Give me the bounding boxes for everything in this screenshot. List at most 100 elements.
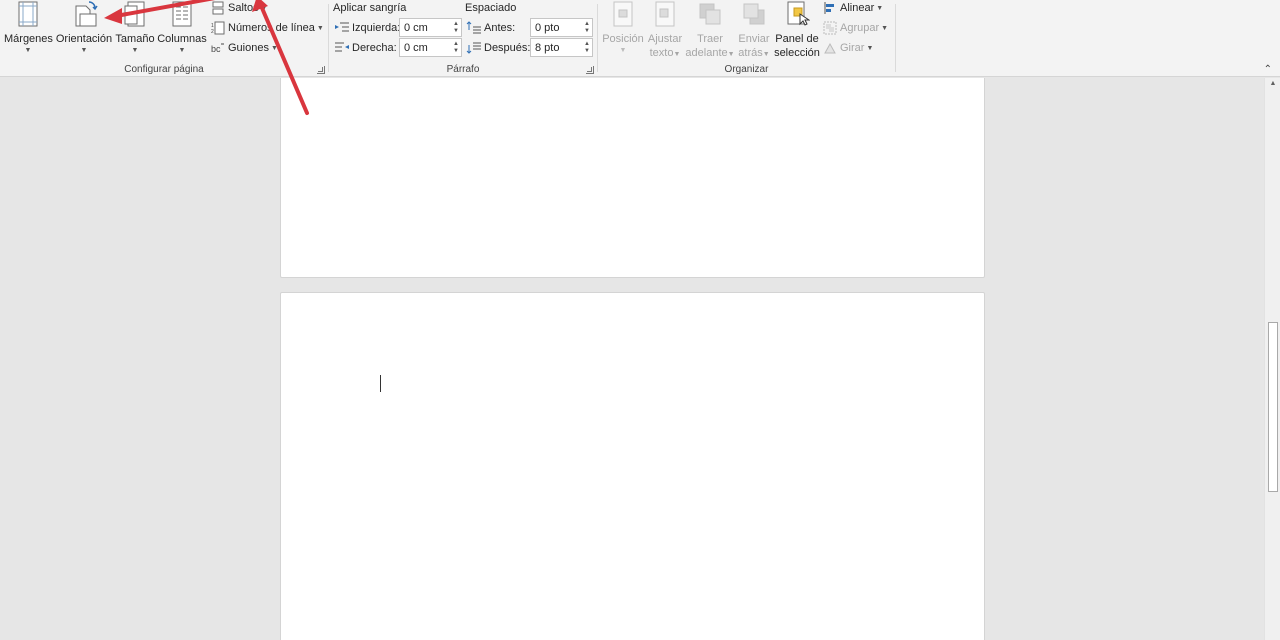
indent-right-input[interactable]: 0 cm ▲ ▼ (399, 38, 462, 57)
send-backward-label-text: atrás (738, 47, 763, 59)
breaks-label: Saltos (228, 2, 259, 14)
indent-right-label: Derecha: (352, 42, 397, 54)
document-page[interactable] (280, 292, 985, 640)
spacing-after-value: 8 pto (535, 41, 560, 54)
orientation-label: Orientación (55, 33, 113, 45)
text-cursor (380, 375, 381, 392)
chevron-down-icon: ▼ (881, 24, 889, 32)
spinner-arrows-icon[interactable]: ▲ ▼ (451, 39, 461, 56)
indent-header: Aplicar sangría (333, 2, 407, 14)
send-backward-icon (743, 3, 765, 25)
selection-pane-icon (787, 1, 810, 26)
wrap-text-label-line2: texto▼ (645, 46, 685, 62)
size-label: Tamaño (115, 33, 155, 45)
bring-forward-icon (699, 3, 721, 25)
spacing-header: Espaciado (465, 2, 517, 14)
send-backward-button[interactable]: Enviar atrás▼ (735, 0, 773, 62)
bring-forward-label-line2: adelante▼ (684, 46, 736, 62)
align-label: Alinear (840, 2, 875, 14)
svg-text:2: 2 (211, 29, 214, 35)
page-setup-launcher-icon[interactable] (317, 66, 325, 74)
selection-pane-button[interactable]: Panel de selección (774, 0, 820, 60)
spinner-arrows-icon[interactable]: ▲ ▼ (451, 19, 461, 36)
position-button[interactable]: Posición ▼ (600, 0, 646, 55)
page-setup-group-label: Configurar página (124, 64, 204, 75)
margins-icon (18, 1, 38, 27)
group-divider (895, 4, 896, 72)
hyphenation-button[interactable]: bc Guiones ▼ (211, 38, 278, 58)
position-icon (613, 1, 633, 27)
columns-icon (172, 1, 192, 27)
spacing-before-icon (466, 21, 481, 34)
document-page[interactable] (280, 78, 985, 278)
rotate-button[interactable]: Girar ▼ (823, 38, 873, 58)
ribbon: Márgenes ▼ Orientación ▼ Tamaño ▼ Column… (0, 0, 1280, 77)
spacing-after-input[interactable]: 8 pto ▲ ▼ (530, 38, 593, 57)
line-numbers-label: Números de línea (228, 22, 315, 34)
orientation-button[interactable]: Orientación ▼ (55, 0, 113, 55)
margins-button[interactable]: Márgenes ▼ (4, 0, 53, 55)
wrap-text-label-text: texto (649, 47, 674, 59)
size-icon (124, 1, 145, 27)
svg-text:bc: bc (211, 44, 221, 54)
margins-label: Márgenes (4, 33, 53, 45)
chevron-down-icon: ▼ (316, 24, 324, 32)
bring-forward-button[interactable]: Traer adelante▼ (684, 0, 736, 62)
rotate-icon (824, 42, 836, 54)
indent-right-value: 0 cm (404, 41, 428, 54)
spacing-after-icon (466, 42, 481, 54)
chevron-down-icon: ▼ (727, 51, 735, 58)
scrollbar-thumb[interactable] (1268, 322, 1278, 492)
columns-label: Columnas (157, 33, 207, 45)
vertical-scrollbar[interactable]: ▲ (1264, 78, 1280, 640)
orientation-icon (75, 1, 98, 27)
send-backward-label-line1: Enviar (738, 33, 770, 45)
wrap-text-icon (655, 1, 675, 27)
selection-pane-label-line2: selección (774, 47, 820, 59)
paragraph-group-label: Párrafo (446, 64, 480, 75)
spacing-after-label: Después: (484, 42, 531, 54)
spacing-before-input[interactable]: 0 pto ▲ ▼ (530, 18, 593, 37)
group-objects-label: Agrupar (840, 22, 880, 34)
group-objects-button[interactable]: Agrupar ▼ (823, 18, 888, 38)
spinner-arrows-icon[interactable]: ▲ ▼ (582, 19, 592, 36)
indent-left-value: 0 cm (404, 21, 428, 34)
chevron-down-icon: ▼ (762, 51, 770, 58)
indent-left-icon (335, 22, 349, 32)
indent-left-input[interactable]: 0 cm ▲ ▼ (399, 18, 462, 37)
align-button[interactable]: Alinear ▼ (823, 0, 883, 18)
rotate-label: Girar (840, 42, 865, 54)
spacing-before-value: 0 pto (535, 21, 560, 34)
chevron-down-icon: ▼ (866, 44, 874, 52)
wrap-text-button[interactable]: Ajustar texto▼ (645, 0, 685, 62)
hyphenation-icon: bc (211, 43, 224, 54)
size-button[interactable]: Tamaño ▼ (114, 0, 156, 55)
breaks-button[interactable]: Saltos ▼ (211, 0, 268, 18)
chevron-down-icon: ▼ (619, 47, 627, 54)
spacing-after-row: Después: (466, 38, 530, 58)
line-numbers-icon: 12 (211, 21, 225, 35)
send-backward-label-line2: atrás▼ (735, 46, 773, 62)
chevron-down-icon: ▼ (80, 47, 88, 54)
indent-left-label: Izquierda: (352, 22, 401, 34)
arrange-group: Posición ▼ Ajustar texto▼ Traer adelante… (598, 0, 895, 77)
chevron-down-icon: ▼ (131, 47, 139, 54)
line-numbers-button[interactable]: 12 Números de línea ▼ (211, 18, 324, 38)
scroll-up-icon[interactable]: ▲ (1265, 80, 1280, 87)
spacing-before-row: Antes: (466, 18, 515, 38)
document-canvas[interactable] (0, 78, 1264, 640)
breaks-icon (212, 1, 224, 15)
position-label: Posición (602, 33, 644, 45)
collapse-ribbon-icon[interactable]: ⌃ (1264, 64, 1272, 75)
columns-button[interactable]: Columnas ▼ (157, 0, 207, 55)
selection-pane-label-line1: Panel de (775, 33, 819, 45)
chevron-down-icon: ▼ (178, 47, 186, 54)
wrap-text-label-line1: Ajustar (647, 33, 683, 45)
paragraph-launcher-icon[interactable] (586, 66, 594, 74)
group-objects-icon (823, 21, 837, 35)
chevron-down-icon: ▼ (876, 4, 884, 12)
align-icon (824, 2, 834, 14)
indent-right-icon (335, 42, 349, 52)
indent-left-row: Izquierda: (334, 18, 400, 38)
spinner-arrows-icon[interactable]: ▲ ▼ (582, 39, 592, 56)
